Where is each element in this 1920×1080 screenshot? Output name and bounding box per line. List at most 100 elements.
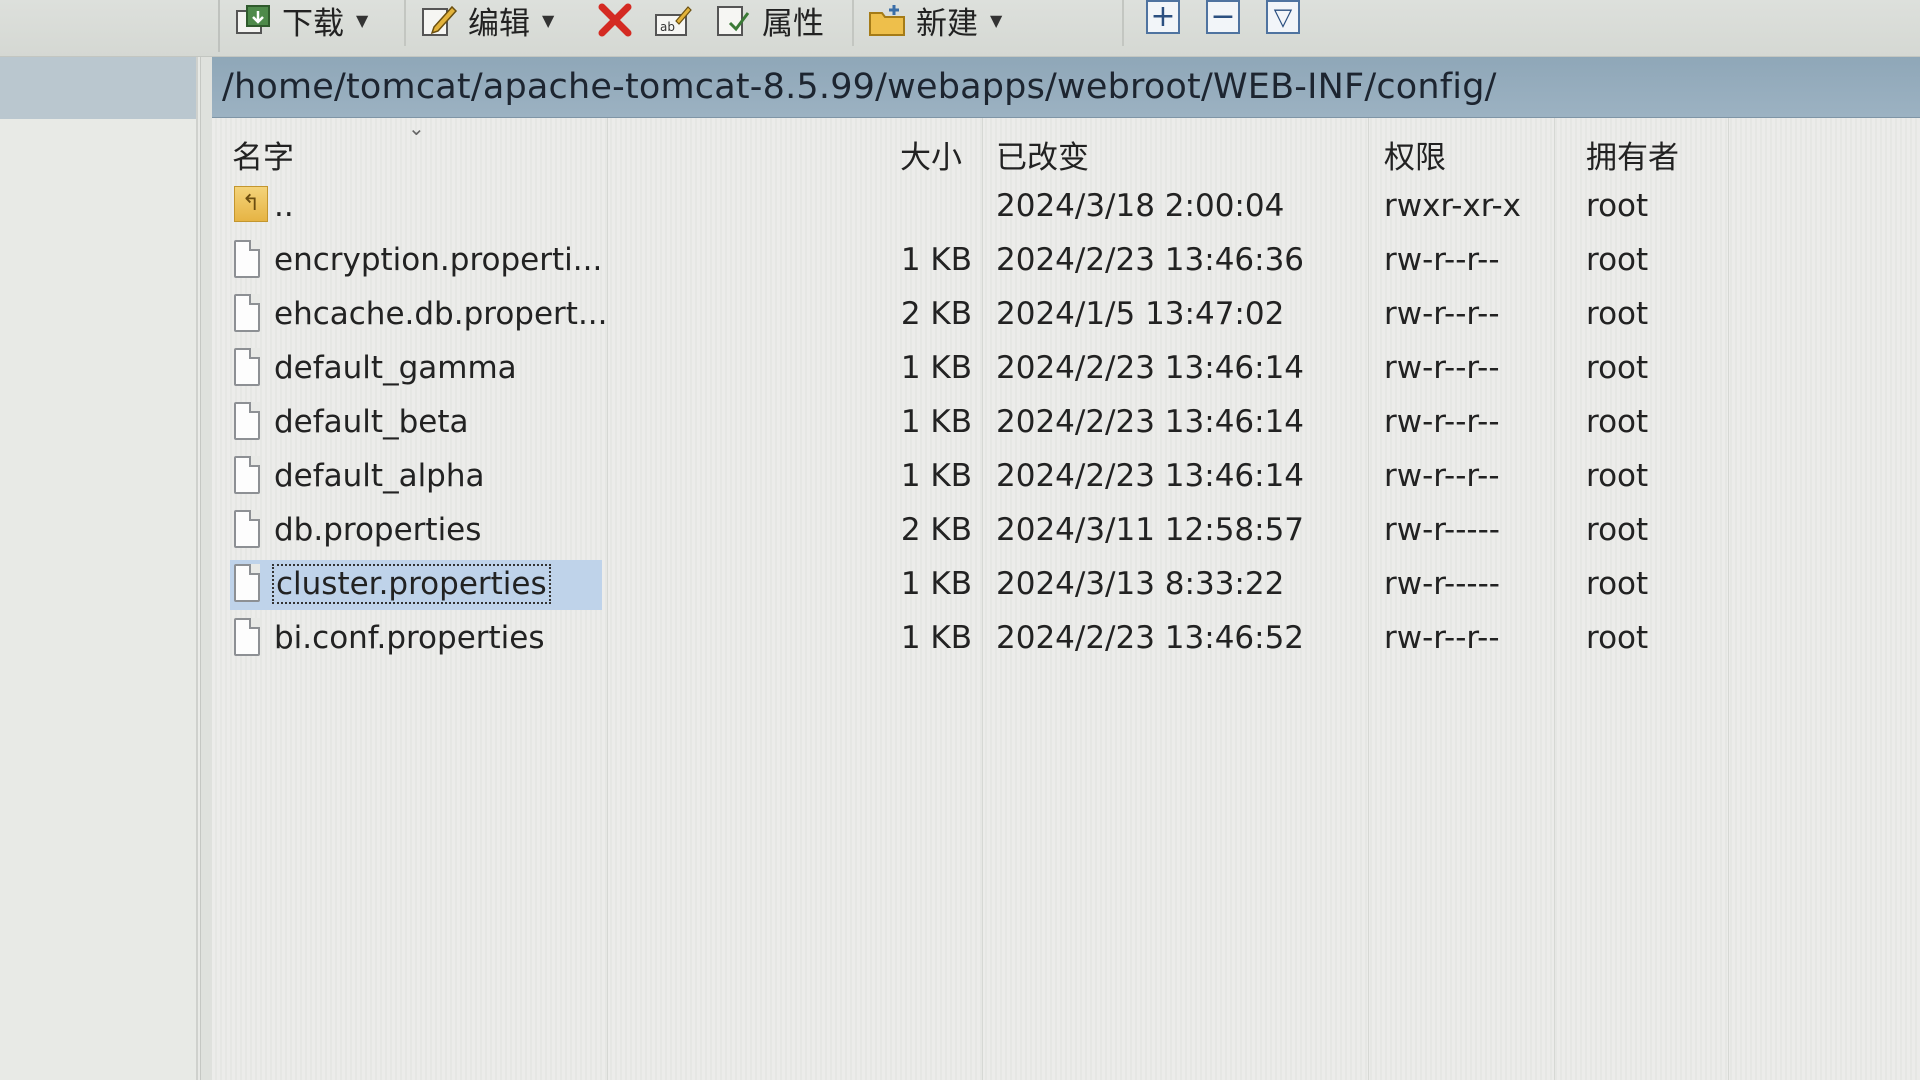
file-icon (234, 348, 260, 386)
file-size: 1 KB (900, 242, 972, 278)
file-icon (234, 402, 260, 440)
file-owner: root (1586, 350, 1649, 386)
file-row[interactable]: ↰.. 2024/3/18 2:00:04 rwxr-xr-x root (212, 182, 1920, 234)
chevron-down-icon[interactable]: ▼ (990, 11, 1002, 30)
file-name: db.properties (274, 512, 482, 548)
rename-icon: ab (654, 3, 692, 37)
path-bar[interactable]: /home/tomcat/apache-tomcat-8.5.99/webapp… (212, 57, 1920, 118)
file-name: ehcache.db.propert... (274, 296, 608, 332)
file-rights: rw-r----- (1384, 566, 1500, 602)
left-panel-header (0, 57, 196, 119)
file-rights: rw-r--r-- (1384, 404, 1500, 440)
file-owner: root (1586, 566, 1649, 602)
current-path: /home/tomcat/apache-tomcat-8.5.99/webapp… (222, 67, 1497, 107)
remove-icon[interactable]: − (1206, 0, 1240, 34)
file-changed: 2024/3/18 2:00:04 (996, 188, 1285, 224)
chevron-down-icon[interactable]: ▼ (356, 11, 368, 30)
file-rights: rw-r--r-- (1384, 620, 1500, 656)
file-list[interactable]: 名字 ⌄ 大小 已改变 权限 拥有者 ↰.. 2024/3/18 2:00:04 r… (212, 116, 1920, 1080)
new-label: 新建 (916, 5, 978, 42)
file-manager-window: 下载 ▼ 编辑 ▼ ab 属性 新建 ▼ + − ▽ /home/tomcat/… (0, 0, 1920, 1080)
add-icon[interactable]: + (1146, 0, 1180, 34)
left-panel (0, 57, 198, 1080)
file-icon (234, 618, 260, 656)
filter-icon[interactable]: ▽ (1266, 0, 1300, 34)
file-owner: root (1586, 512, 1649, 548)
column-header-size[interactable]: 大小 (900, 132, 962, 177)
toolbar: 下载 ▼ 编辑 ▼ ab 属性 新建 ▼ + − ▽ (0, 0, 1920, 57)
file-owner: root (1586, 242, 1649, 278)
file-icon (234, 294, 260, 332)
file-name: default_gamma (274, 350, 517, 386)
file-name: bi.conf.properties (274, 620, 545, 656)
file-changed: 2024/2/23 13:46:36 (996, 242, 1305, 278)
edit-label: 编辑 (468, 5, 530, 42)
file-name: cluster.properties (272, 564, 551, 604)
file-changed: 2024/2/23 13:46:14 (996, 458, 1305, 494)
file-changed: 2024/2/23 13:46:14 (996, 350, 1305, 386)
file-name: .. (274, 188, 294, 224)
file-name: encryption.properti... (274, 242, 603, 278)
file-size: 1 KB (900, 458, 972, 494)
properties-label: 属性 (762, 5, 824, 42)
file-row[interactable]: encryption.properti... 1 KB 2024/2/23 13:4… (212, 236, 1920, 288)
file-row[interactable]: default_beta 1 KB 2024/2/23 13:46:14 rw-r--… (212, 398, 1920, 450)
rename-button[interactable]: ab (654, 0, 702, 40)
file-size: 2 KB (900, 512, 972, 548)
file-rights: rw-r----- (1384, 512, 1500, 548)
properties-icon (714, 3, 752, 37)
file-rights: rw-r--r-- (1384, 350, 1500, 386)
column-header-name[interactable]: 名字 (232, 132, 294, 177)
file-row[interactable]: db.properties 2 KB 2024/3/11 12:58:57 rw-r-… (212, 506, 1920, 558)
toolbar-separator (218, 0, 220, 52)
delete-button[interactable] (596, 0, 644, 40)
file-changed: 2024/3/13 8:33:22 (996, 566, 1285, 602)
list-header: 名字 ⌄ 大小 已改变 权限 拥有者 (212, 116, 1920, 180)
edit-button[interactable]: 编辑 ▼ (420, 0, 554, 42)
delete-icon (596, 3, 634, 37)
toolbar-separator (404, 0, 406, 46)
file-size: 1 KB (900, 350, 972, 386)
file-owner: root (1586, 458, 1649, 494)
chevron-down-icon[interactable]: ▼ (542, 11, 554, 30)
properties-button[interactable]: 属性 (714, 0, 824, 42)
file-owner: root (1586, 620, 1649, 656)
file-owner: root (1586, 404, 1649, 440)
file-row[interactable]: cluster.properties 1 KB 2024/3/13 8:33:22 r… (212, 560, 1920, 612)
toolbar-separator (852, 0, 854, 46)
file-row[interactable]: bi.conf.properties 1 KB 2024/2/23 13:46:52… (212, 614, 1920, 666)
file-changed: 2024/3/11 12:58:57 (996, 512, 1305, 548)
file-row[interactable]: default_alpha 1 KB 2024/2/23 13:46:14 rw-r-… (212, 452, 1920, 504)
column-header-rights[interactable]: 权限 (1384, 132, 1446, 177)
download-icon (234, 3, 272, 37)
file-rights: rw-r--r-- (1384, 296, 1500, 332)
file-rights: rw-r--r-- (1384, 242, 1500, 278)
file-name: default_beta (274, 404, 469, 440)
column-header-owner[interactable]: 拥有者 (1586, 132, 1679, 177)
toolbar-separator (1122, 0, 1124, 46)
file-size: 1 KB (900, 620, 972, 656)
new-folder-icon (868, 3, 906, 37)
file-icon (234, 456, 260, 494)
download-label: 下载 (282, 5, 344, 42)
file-owner: root (1586, 188, 1649, 224)
file-rights: rw-r--r-- (1384, 458, 1500, 494)
svg-text:ab: ab (660, 20, 675, 34)
file-row[interactable]: default_gamma 1 KB 2024/2/23 13:46:14 rw-r-… (212, 344, 1920, 396)
parent-folder-icon: ↰ (234, 186, 268, 222)
column-header-changed[interactable]: 已改变 (996, 132, 1089, 177)
file-icon (234, 564, 260, 602)
new-button[interactable]: 新建 ▼ (868, 0, 1002, 42)
file-owner: root (1586, 296, 1649, 332)
edit-icon (420, 3, 458, 37)
file-icon (234, 510, 260, 548)
file-changed: 2024/1/5 13:47:02 (996, 296, 1285, 332)
file-icon (234, 240, 260, 278)
file-size: 1 KB (900, 404, 972, 440)
download-button[interactable]: 下载 ▼ (234, 0, 368, 42)
file-size: 2 KB (900, 296, 972, 332)
file-row[interactable]: ehcache.db.propert... 2 KB 2024/1/5 13:47:… (212, 290, 1920, 342)
file-name: default_alpha (274, 458, 485, 494)
file-rights: rwxr-xr-x (1384, 188, 1522, 224)
sort-descending-icon: ⌄ (408, 116, 425, 140)
